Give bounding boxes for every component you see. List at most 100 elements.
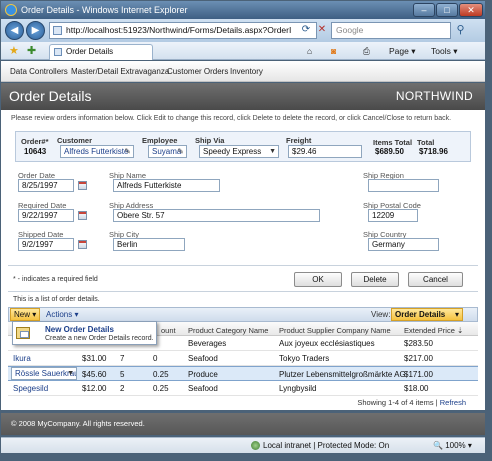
maximize-button[interactable]: □ [436,3,458,17]
table-row[interactable]: Ikura $31.00 7 0 Seafood Tokyo Traders $… [8,351,478,366]
view-label: View: [371,310,391,319]
calendar-icon[interactable] [78,240,87,249]
refresh-link[interactable]: Refresh [440,398,466,407]
forward-button[interactable]: ▶ [26,21,45,40]
ok-button[interactable]: OK [294,272,342,287]
home-icon[interactable]: ⌂ [307,45,312,58]
intranet-globe-icon [251,441,260,450]
page-description: Please review orders information below. … [11,115,452,122]
tools-label: Tools [431,46,451,56]
ship-name-input[interactable]: Alfreds Futterkiste [113,179,220,192]
cell-supplier: Lyngbysild [279,384,317,393]
cell-product[interactable]: Spegesild [13,384,48,393]
cell-qty: 2 [120,384,125,393]
menu-item-inventory[interactable]: Inventory [230,67,263,76]
ship-city-input[interactable]: Berlin [113,238,185,251]
customer-lookup[interactable]: Alfreds Futterkiste ✎ [60,145,134,158]
customer-label: Customer [57,136,93,145]
cancel-button[interactable]: Cancel [408,272,463,287]
items-total-value: $689.50 [375,147,404,156]
table-row[interactable]: Spegesild $12.00 2 0.25 Seafood Lyngbysi… [8,381,478,396]
edit-icon[interactable]: ✎ [124,146,131,157]
new-order-details-item[interactable]: New Order Details [45,325,114,334]
view-value: Order Details [395,310,446,319]
site-menu: Data Controllers Master/Detail Extravaga… [1,61,485,82]
tools-menu[interactable]: Tools ▾ [431,45,457,58]
page-icon [54,48,62,56]
column-header-category[interactable]: Product Category Name [188,326,268,335]
page-label: Page [389,46,409,56]
refresh-icon[interactable]: ⟳ [299,23,313,37]
address-toolbar: ◀ ▶ http://localhost:51923/Northwind/For… [1,19,485,42]
required-note: * - indicates a required field [13,276,98,283]
column-header-supplier[interactable]: Product Supplier Company Name [279,326,391,335]
product-lookup[interactable]: Rössle Sauerkraut ▼ [11,367,77,380]
zoom-level[interactable]: 🔍 100% ▾ [433,441,472,450]
ship-via-label: Ship Via [195,136,225,145]
tab-toolbar: ★ ✚ Order Details ⌂ ◙ ⎙ Page ▾ Tools ▾ [1,42,485,60]
brand-name: NORTHWIND [395,89,473,103]
shipped-date-input[interactable]: 9/2/1997 [18,238,74,251]
table-row-selected[interactable]: Rössle Sauerkraut ▼ $45.60 5 0.25 Produce… [8,366,478,381]
order-number-label: Order#* [21,137,49,146]
close-window-button[interactable]: ✕ [459,3,483,17]
tab-order-details[interactable]: Order Details [49,44,153,60]
cell-price: $12.00 [82,384,107,393]
column-header-extended-price[interactable]: Extended Price ⇣ [404,326,463,335]
zoom-value: 100% [445,441,466,450]
freight-input[interactable]: $29.46 [288,145,362,158]
calendar-icon[interactable] [78,211,87,220]
status-bar: Local intranet | Protected Mode: On 🔍 10… [1,437,485,453]
new-label: New [14,310,31,319]
new-menu-popup[interactable]: New Order Details Create a new Order Det… [12,321,157,345]
cell-qty: 5 [120,370,125,379]
menu-item-data-controllers[interactable]: Data Controllers [10,67,68,76]
menu-item-customer-orders[interactable]: Customer Orders [167,67,228,76]
favorites-star-icon[interactable]: ★ [9,44,19,58]
employee-lookup[interactable]: Suyama ✎ [148,145,187,158]
view-select[interactable]: Order Details ▾ [391,308,463,321]
new-button[interactable]: New ▾ [10,308,40,321]
sort-desc-icon: ⇣ [456,326,464,335]
delete-button[interactable]: Delete [351,272,399,287]
ship-country-input[interactable]: Germany [368,238,439,251]
order-date-input[interactable]: 8/25/1997 [18,179,74,192]
ship-region-input[interactable] [368,179,439,192]
copyright-text: © 2008 MyCompany. All rights reserved. [11,419,145,428]
minimize-button[interactable]: – [413,3,435,17]
stop-icon[interactable]: ✕ [315,23,329,37]
total-label: Total [417,138,435,147]
cell-qty: 7 [120,354,125,363]
feeds-icon[interactable]: ◙ [331,45,336,58]
calendar-icon[interactable] [78,181,87,190]
ship-postal-input[interactable]: 12209 [368,209,418,222]
ship-via-value: Speedy Express [203,147,262,156]
page-header: Order Details NORTHWIND [1,83,485,110]
menu-item-master-detail[interactable]: Master/Detail Extravaganza [71,67,169,76]
page-icon [53,26,62,35]
actions-menu[interactable]: Actions ▾ [46,310,78,319]
page-footer: © 2008 MyCompany. All rights reserved. [1,413,485,435]
address-url: http://localhost:51923/Northwind/Forms/D… [66,25,292,35]
back-button[interactable]: ◀ [5,21,24,40]
edit-icon[interactable]: ✎ [177,146,184,157]
add-favorites-icon[interactable]: ✚ [27,44,36,58]
cell-price: $45.60 [82,370,107,379]
chevron-down-icon: ▼ [269,148,276,155]
print-icon[interactable]: ⎙ [363,45,370,58]
column-header-discount[interactable]: ount [161,326,176,335]
window-title: Order Details - Windows Internet Explore… [21,5,188,15]
page-title: Order Details [9,88,92,104]
address-input[interactable]: http://localhost:51923/Northwind/Forms/D… [49,22,317,39]
ship-via-select[interactable]: Speedy Express ▼ [199,145,279,158]
search-input[interactable]: Google [331,22,451,39]
cell-supplier: Aux joyeux ecclésiastiques [279,339,375,348]
cell-product[interactable]: Ikura [13,354,31,363]
ship-address-input[interactable]: Obere Str. 57 [113,209,320,222]
new-record-icon [16,327,30,339]
page-menu[interactable]: Page ▾ [389,45,416,58]
required-date-input[interactable]: 9/22/1997 [18,209,74,222]
search-icon[interactable]: ⚲ [453,23,468,38]
new-order-details-desc: Create a new Order Details record. [45,335,154,342]
order-number-value: 10643 [24,147,47,156]
